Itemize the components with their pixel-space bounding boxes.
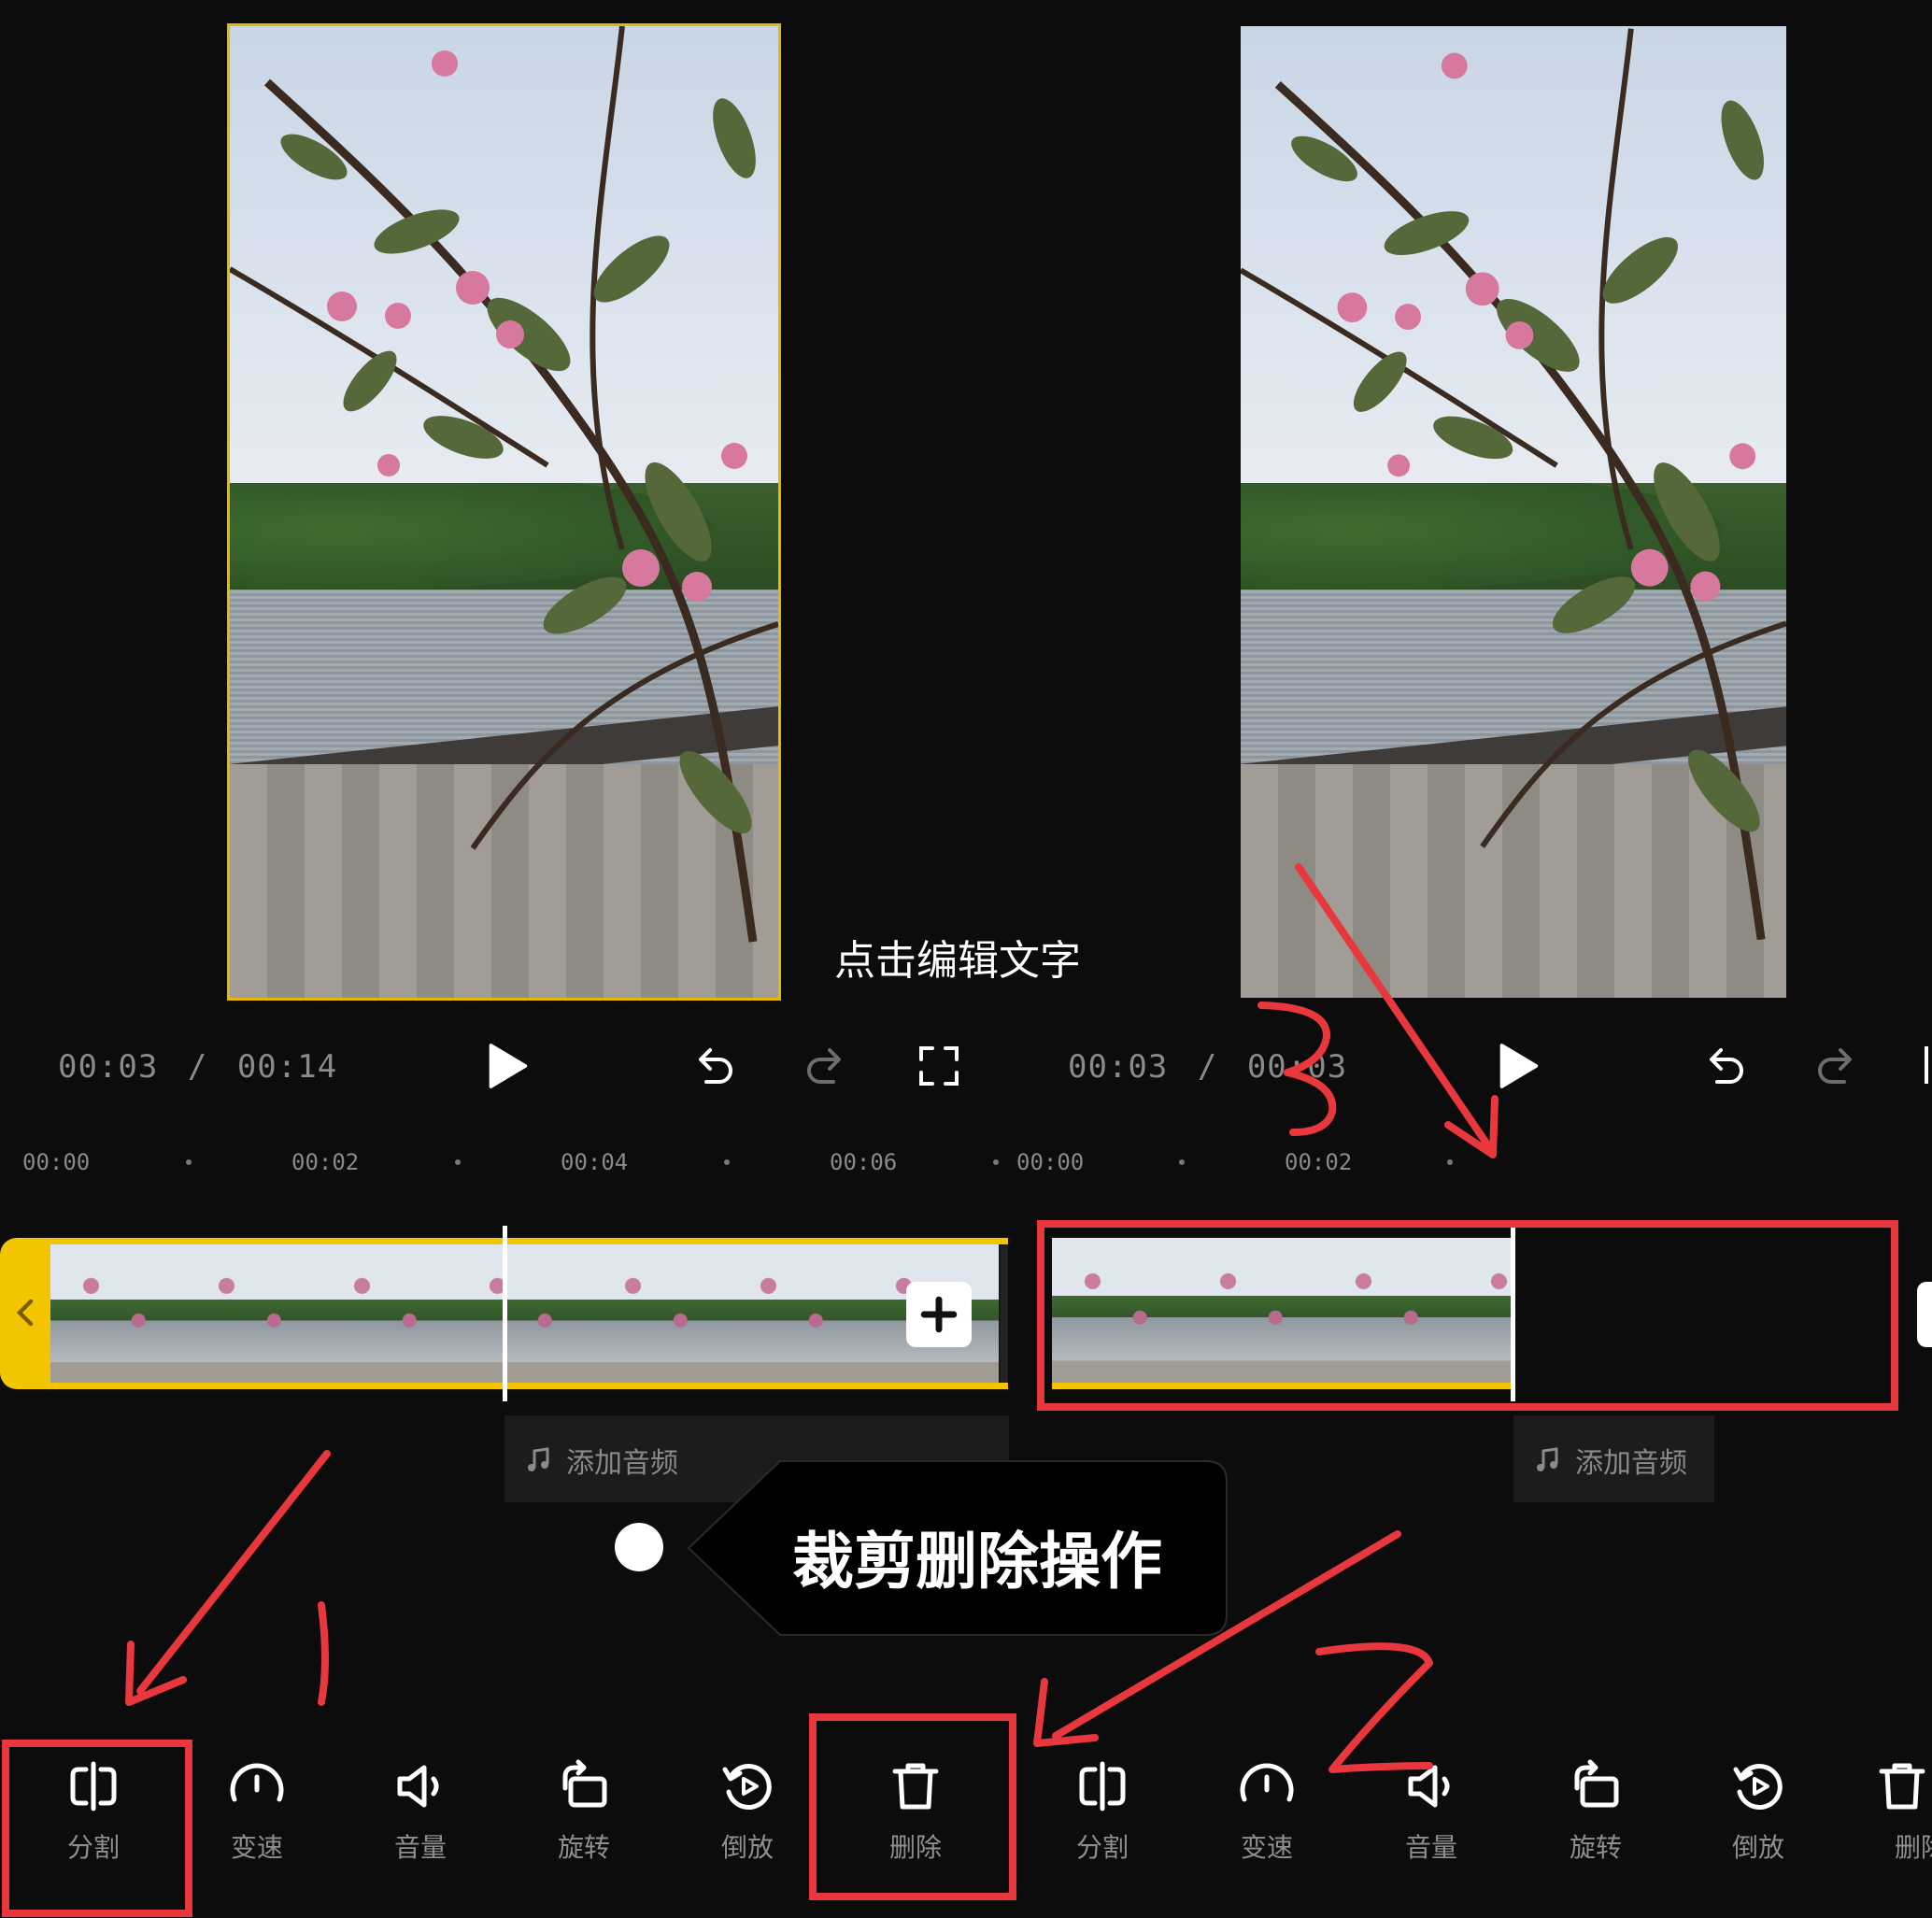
annotation-arrows [125,863,1499,1773]
